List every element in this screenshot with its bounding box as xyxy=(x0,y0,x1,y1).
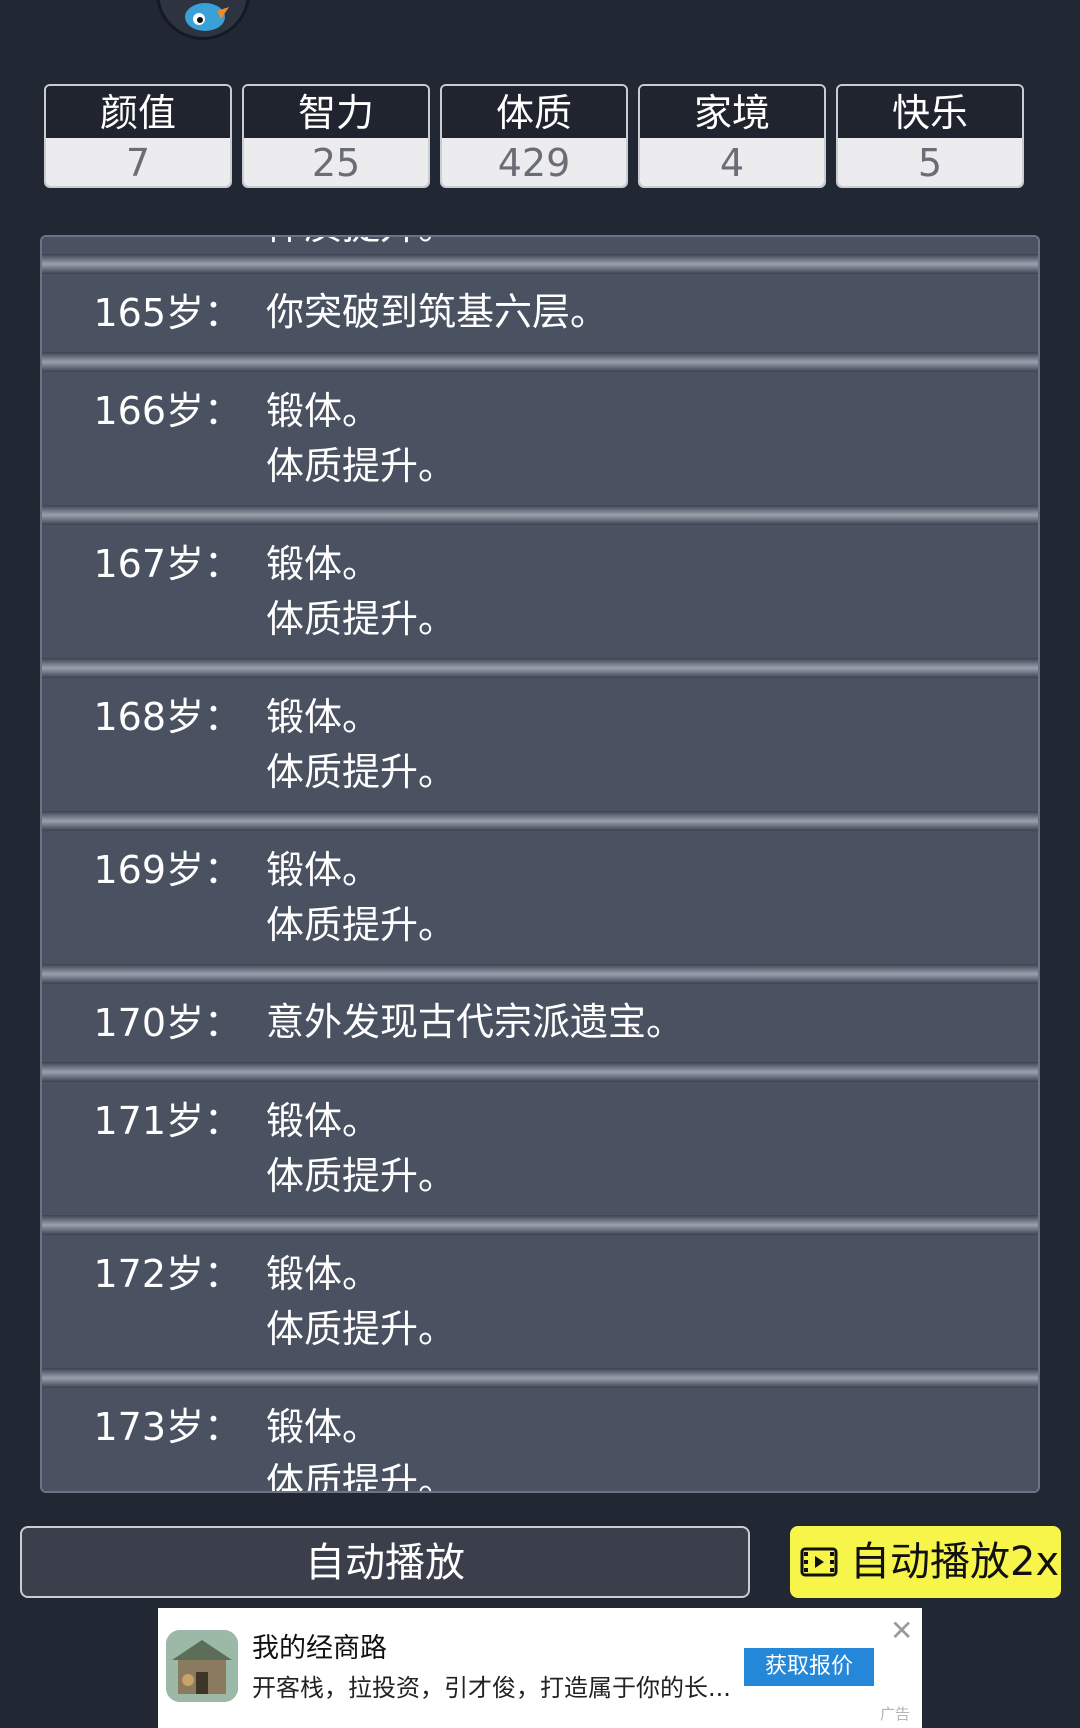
list-item: 167岁： 锻体。 体质提升。 xyxy=(42,525,1038,658)
log-line: 锻体。 xyxy=(266,695,381,739)
log-line: 体质提升。 xyxy=(266,750,457,794)
stat-label: 体质 xyxy=(442,86,626,138)
auto-play-2x-label: 自动播放2x xyxy=(850,1539,1060,1585)
log-line: 锻体。 xyxy=(266,1252,381,1296)
divider xyxy=(42,352,1038,372)
divider xyxy=(42,964,1038,984)
stat-label: 家境 xyxy=(640,86,824,138)
list-item: 168岁： 锻体。 体质提升。 xyxy=(42,678,1038,811)
age-label: 166岁： xyxy=(93,389,242,433)
stat-label: 颜值 xyxy=(46,86,230,138)
age-label: 171岁： xyxy=(93,1099,242,1143)
list-item: 165岁： 你突破到筑基六层。 xyxy=(42,274,1038,352)
log-line: 锻体。 xyxy=(266,1099,381,1143)
stat-intelligence: 智力 25 xyxy=(242,84,430,188)
log-line: 锻体。 xyxy=(266,1405,381,1449)
divider xyxy=(42,1062,1038,1082)
log-line: 锻体。 xyxy=(266,542,381,586)
stat-value: 5 xyxy=(838,138,1022,186)
stat-value: 25 xyxy=(244,138,428,186)
list-item: 169岁： 锻体。 体质提升。 xyxy=(42,831,1038,964)
stat-label: 快乐 xyxy=(838,86,1022,138)
age-label: 173岁： xyxy=(93,1405,242,1449)
log-line: 体质提升。 xyxy=(266,444,457,488)
divider xyxy=(42,658,1038,678)
divider xyxy=(42,1215,1038,1235)
avatar[interactable] xyxy=(156,0,250,40)
log-line: 体质提升。 xyxy=(266,1307,457,1351)
ad-app-icon[interactable] xyxy=(166,1630,238,1702)
log-line: 体质提升。 xyxy=(266,1460,457,1493)
stat-value: 4 xyxy=(640,138,824,186)
age-label: 169岁： xyxy=(93,848,242,892)
list-item: 166岁： 锻体。 体质提升。 xyxy=(42,372,1038,505)
ad-banner[interactable]: 我的经商路 开客栈，拉投资，引才俊，打造属于你的长... 获取报价 ✕ 广告 xyxy=(158,1608,922,1728)
list-item: 173岁： 锻体。 体质提升。 xyxy=(42,1388,1038,1493)
stat-appearance: 颜值 7 xyxy=(44,84,232,188)
attribute-bar: 颜值 7 智力 25 体质 429 家境 4 快乐 5 xyxy=(44,84,1024,188)
divider xyxy=(42,254,1038,274)
age-label: 170岁： xyxy=(93,1001,242,1045)
log-line: 意外发现古代宗派遗宝。 xyxy=(266,1000,685,1044)
log-line: 体质提升。 xyxy=(266,1154,457,1198)
age-label: 165岁： xyxy=(93,291,242,335)
log-line: 体质提升。 xyxy=(266,903,457,947)
log-line: 你突破到筑基六层。 xyxy=(266,290,609,334)
ad-title[interactable]: 我的经商路 xyxy=(252,1626,387,1665)
avatar-mascot-icon xyxy=(185,3,229,31)
auto-play-button[interactable]: 自动播放 xyxy=(20,1526,750,1598)
life-log-panel[interactable]: 体质提升。 165岁： 你突破到筑基六层。 166岁： 锻体。 体质提升。 xyxy=(40,235,1040,1493)
game-screen: 颜值 7 智力 25 体质 429 家境 4 快乐 5 体质提升。 xyxy=(0,0,1080,1728)
list-item: 172岁： 锻体。 体质提升。 xyxy=(42,1235,1038,1368)
log-line: 锻体。 xyxy=(266,848,381,892)
stat-constitution: 体质 429 xyxy=(440,84,628,188)
list-item: 体质提升。 xyxy=(42,237,1038,254)
divider xyxy=(42,1368,1038,1388)
list-item: 171岁： 锻体。 体质提升。 xyxy=(42,1082,1038,1215)
age-label: 168岁： xyxy=(93,695,242,739)
ad-description[interactable]: 开客栈，拉投资，引才俊，打造属于你的长... xyxy=(252,1668,731,1703)
stat-label: 智力 xyxy=(244,86,428,138)
age-label: 172岁： xyxy=(93,1252,242,1296)
ad-tag: 广告 xyxy=(879,1705,910,1723)
log-line: 锻体。 xyxy=(266,389,381,433)
divider xyxy=(42,505,1038,525)
stat-value: 7 xyxy=(46,138,230,186)
stat-happiness: 快乐 5 xyxy=(836,84,1024,188)
ad-cta-button[interactable]: 获取报价 xyxy=(744,1648,874,1686)
life-log-list: 体质提升。 165岁： 你突破到筑基六层。 166岁： 锻体。 体质提升。 xyxy=(42,237,1038,1493)
close-icon[interactable]: ✕ xyxy=(890,1614,913,1647)
age-label: 167岁： xyxy=(93,542,242,586)
log-line: 体质提升。 xyxy=(266,597,457,641)
stat-family: 家境 4 xyxy=(638,84,826,188)
list-item: 170岁： 意外发现古代宗派遗宝。 xyxy=(42,984,1038,1062)
divider xyxy=(42,811,1038,831)
log-line: 体质提升。 xyxy=(266,237,1038,254)
stat-value: 429 xyxy=(442,138,626,186)
auto-play-2x-button[interactable]: 自动播放2x xyxy=(790,1526,1061,1598)
film-icon xyxy=(800,1528,838,1598)
